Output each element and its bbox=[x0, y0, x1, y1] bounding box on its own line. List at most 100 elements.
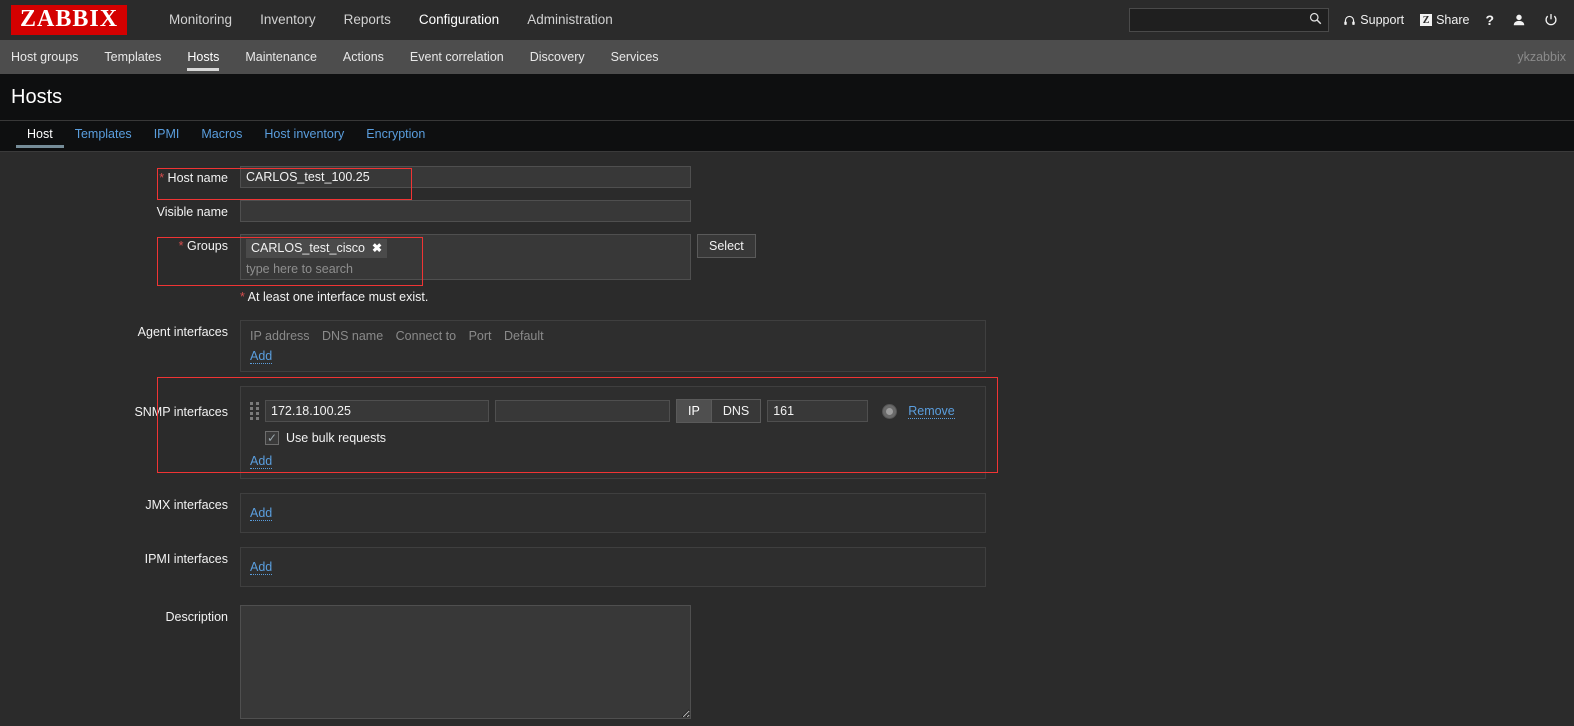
top-right-toolbar: Support Z Share ? bbox=[1129, 0, 1564, 40]
submenu-item-actions[interactable]: Actions bbox=[330, 40, 397, 74]
connect-to-toggle: IP DNS bbox=[676, 399, 762, 423]
use-bulk-requests-row: ✓ Use bulk requests bbox=[250, 431, 975, 445]
submenu-item-discovery[interactable]: Discovery bbox=[517, 40, 598, 74]
required-asterisk: * bbox=[240, 290, 245, 304]
user-icon[interactable] bbox=[1512, 13, 1526, 27]
snmp-ip-input[interactable] bbox=[265, 400, 489, 422]
field-row-interface-hint: * At least one interface must exist. bbox=[0, 290, 1574, 304]
connect-to-ip-button[interactable]: IP bbox=[676, 399, 712, 423]
select-groups-button[interactable]: Select bbox=[697, 234, 756, 258]
host-name-input[interactable] bbox=[240, 166, 691, 188]
agent-interfaces-label: Agent interfaces bbox=[137, 325, 228, 339]
field-row-snmp-interfaces: SNMP interfaces IP DNS Remove ✓ bbox=[0, 386, 1574, 479]
submenu-item-event-correlation[interactable]: Event correlation bbox=[397, 40, 517, 74]
visible-name-label: Visible name bbox=[156, 205, 228, 219]
visible-name-input[interactable] bbox=[240, 200, 691, 222]
interface-required-hint: * At least one interface must exist. bbox=[240, 290, 428, 304]
required-asterisk: * bbox=[159, 171, 165, 185]
tab-encryption[interactable]: Encryption bbox=[355, 121, 436, 147]
group-chip: CARLOS_test_cisco ✖ bbox=[246, 239, 387, 258]
tab-host[interactable]: Host bbox=[16, 121, 64, 148]
headset-icon bbox=[1343, 14, 1356, 27]
support-label: Support bbox=[1360, 13, 1405, 27]
use-bulk-requests-checkbox[interactable]: ✓ bbox=[265, 431, 279, 445]
interface-hint-text: At least one interface must exist. bbox=[247, 290, 429, 304]
logged-in-user-label: ykzabbix bbox=[1517, 50, 1566, 64]
share-label: Share bbox=[1436, 13, 1470, 27]
zabbix-logo[interactable]: ZABBIX bbox=[11, 5, 128, 35]
page-title: Hosts bbox=[11, 85, 63, 108]
field-row-ipmi-interfaces: IPMI interfaces Add bbox=[0, 547, 1574, 587]
column-default: Default bbox=[504, 329, 544, 343]
search-input[interactable] bbox=[1130, 12, 1305, 28]
tab-ipmi[interactable]: IPMI bbox=[143, 121, 191, 147]
groups-multiselect[interactable]: CARLOS_test_cisco ✖ type here to search bbox=[240, 234, 691, 280]
field-row-agent-interfaces: Agent interfaces IP address DNS name Con… bbox=[0, 320, 1574, 372]
main-menu-item-inventory[interactable]: Inventory bbox=[246, 0, 330, 40]
main-menu-item-reports[interactable]: Reports bbox=[330, 0, 405, 40]
support-link[interactable]: Support bbox=[1343, 13, 1404, 27]
drag-handle-icon[interactable] bbox=[250, 402, 260, 420]
check-icon: ✓ bbox=[266, 431, 278, 445]
share-link[interactable]: Z Share bbox=[1420, 13, 1469, 27]
submenu-item-hosts[interactable]: Hosts bbox=[174, 40, 232, 74]
column-port: Port bbox=[468, 329, 492, 343]
tab-macros[interactable]: Macros bbox=[190, 121, 253, 147]
power-icon[interactable] bbox=[1544, 13, 1558, 27]
add-snmp-interface-link[interactable]: Add bbox=[250, 454, 273, 469]
search-icon[interactable] bbox=[1309, 12, 1322, 28]
snmp-interface-row: IP DNS Remove bbox=[250, 399, 975, 423]
share-badge-icon: Z bbox=[1420, 14, 1433, 26]
snmp-interfaces-label: SNMP interfaces bbox=[134, 405, 228, 419]
connect-to-dns-button[interactable]: DNS bbox=[711, 399, 762, 423]
groups-label: * Groups bbox=[178, 239, 228, 253]
add-ipmi-interface-link[interactable]: Add bbox=[250, 560, 273, 575]
add-agent-interface-link[interactable]: Add bbox=[250, 349, 273, 364]
snmp-dns-input[interactable] bbox=[495, 400, 670, 422]
field-row-host-name: * Host name bbox=[0, 166, 1574, 190]
column-ip-address: IP address bbox=[250, 329, 310, 343]
help-label: ? bbox=[1485, 12, 1494, 28]
column-connect-to: Connect to bbox=[395, 329, 457, 343]
remove-snmp-interface-link[interactable]: Remove bbox=[908, 404, 955, 419]
main-menu-item-monitoring[interactable]: Monitoring bbox=[155, 0, 246, 40]
snmp-port-input[interactable] bbox=[767, 400, 869, 422]
add-jmx-interface-link[interactable]: Add bbox=[250, 506, 273, 521]
sub-navigation-bar: Host groups Templates Hosts Maintenance … bbox=[0, 40, 1574, 74]
snmp-interfaces-box: IP DNS Remove ✓ Use bulk requests Add bbox=[240, 386, 986, 479]
global-search-box[interactable] bbox=[1129, 8, 1330, 32]
jmx-interfaces-label: JMX interfaces bbox=[145, 498, 228, 512]
description-textarea[interactable] bbox=[240, 605, 691, 719]
main-menu: Monitoring Inventory Reports Configurati… bbox=[155, 0, 627, 48]
field-row-jmx-interfaces: JMX interfaces Add bbox=[0, 493, 1574, 533]
use-bulk-requests-label: Use bulk requests bbox=[286, 431, 387, 445]
ipmi-interfaces-box: Add bbox=[240, 547, 986, 587]
jmx-interfaces-box: Add bbox=[240, 493, 986, 533]
required-asterisk: * bbox=[178, 239, 184, 253]
description-label: Description bbox=[165, 610, 228, 624]
field-row-description: Description bbox=[0, 605, 1574, 719]
main-menu-item-administration[interactable]: Administration bbox=[513, 0, 627, 40]
group-chip-label: CARLOS_test_cisco bbox=[251, 241, 365, 255]
agent-interfaces-box: IP address DNS name Connect to Port Defa… bbox=[240, 320, 986, 372]
field-row-visible-name: Visible name bbox=[0, 200, 1574, 224]
groups-search-placeholder[interactable]: type here to search bbox=[246, 258, 685, 276]
host-name-label: * Host name bbox=[159, 171, 228, 185]
default-interface-radio[interactable] bbox=[882, 403, 898, 419]
host-form-tabs: Host Templates IPMI Macros Host inventor… bbox=[0, 121, 1574, 152]
agent-interfaces-columns: IP address DNS name Connect to Port Defa… bbox=[250, 329, 975, 343]
submenu-item-host-groups[interactable]: Host groups bbox=[11, 40, 91, 74]
ipmi-interfaces-label: IPMI interfaces bbox=[144, 552, 228, 566]
page-header: Hosts bbox=[0, 74, 1574, 121]
close-icon[interactable]: ✖ bbox=[372, 242, 382, 254]
submenu-item-maintenance[interactable]: Maintenance bbox=[232, 40, 330, 74]
tab-host-inventory[interactable]: Host inventory bbox=[253, 121, 355, 147]
snmp-add-wrap: Add bbox=[250, 454, 975, 469]
main-menu-item-configuration[interactable]: Configuration bbox=[405, 0, 513, 48]
tab-templates[interactable]: Templates bbox=[64, 121, 143, 147]
host-form: * Host name Visible name * Groups CARLOS… bbox=[0, 152, 1574, 726]
help-icon[interactable]: ? bbox=[1485, 12, 1494, 28]
submenu-item-services[interactable]: Services bbox=[598, 40, 672, 74]
field-row-groups: * Groups CARLOS_test_cisco ✖ type here t… bbox=[0, 234, 1574, 280]
submenu-item-templates[interactable]: Templates bbox=[91, 40, 174, 74]
